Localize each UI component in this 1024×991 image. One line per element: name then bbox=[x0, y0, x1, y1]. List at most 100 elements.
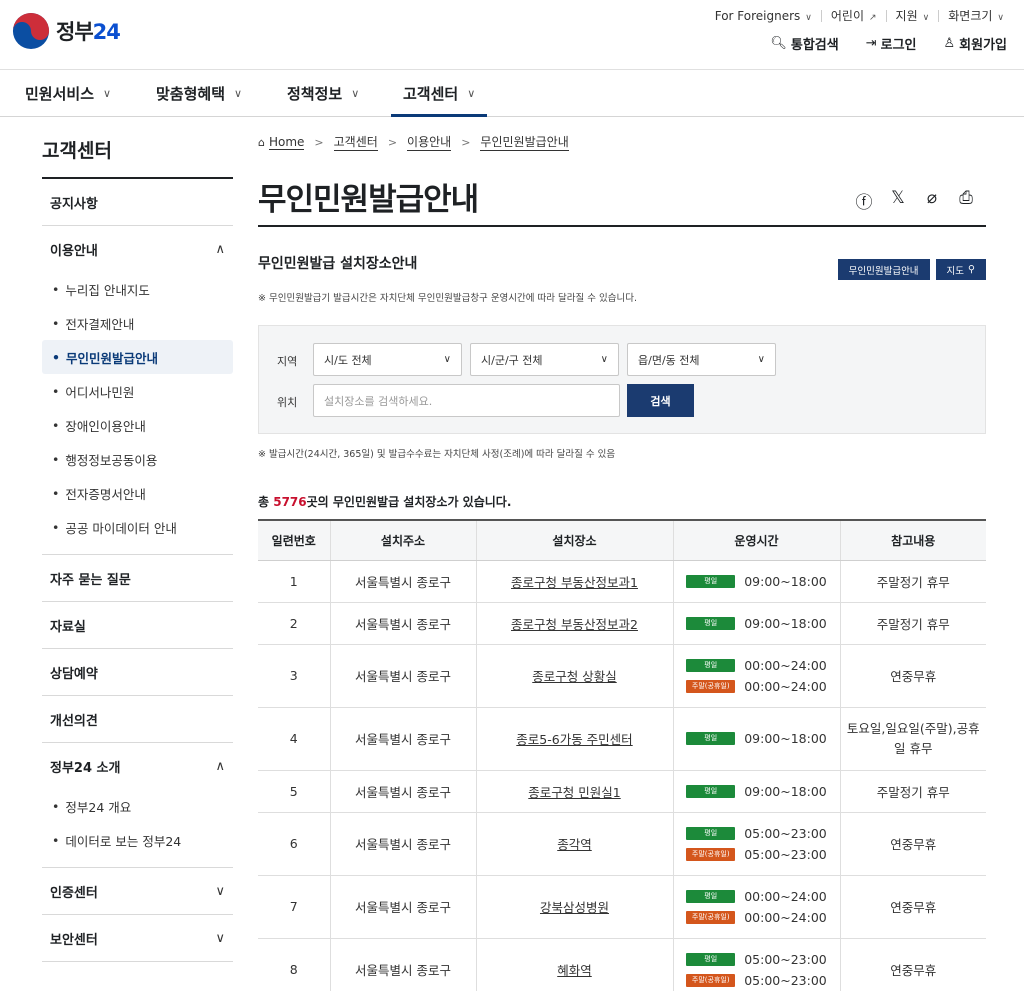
cell-note: 연중무휴 bbox=[839, 644, 986, 708]
cell-place: 종로구청 상황실 bbox=[475, 644, 673, 708]
search-icon: 🔍︎ bbox=[770, 36, 787, 51]
weekday-badge: 평일 bbox=[686, 732, 736, 745]
sidebar-item-notice[interactable]: 공지사항 bbox=[42, 179, 233, 225]
kiosk-guide-button[interactable]: 무인민원발급안내 bbox=[837, 259, 930, 280]
cell-no: 6 bbox=[258, 812, 330, 876]
sidebar-item-faq[interactable]: 자주 묻는 질문 bbox=[42, 555, 233, 601]
breadcrumb: ⌂ Home > 고객센터 > 이용안내 > 무인민원발급안내 bbox=[258, 133, 569, 151]
taegeuk-logo-icon bbox=[12, 12, 50, 50]
signup-button[interactable]: ♙ 회원가입 bbox=[944, 34, 1008, 53]
cell-address: 서울특별시 종로구 bbox=[329, 707, 476, 771]
sidebar-item-auth-center[interactable]: 인증센터 ∨ bbox=[42, 868, 233, 914]
weekday-badge: 평일 bbox=[686, 826, 736, 840]
chevron-down-icon: ∨ bbox=[215, 930, 225, 946]
sidebar-section: 개선의견 bbox=[42, 696, 233, 743]
cell-address: 서울특별시 종로구 bbox=[329, 560, 476, 603]
breadcrumb-item[interactable]: 이용안내 bbox=[407, 133, 452, 151]
hours-value: 09:00~18:00 bbox=[744, 573, 827, 589]
gnb-policy-info[interactable]: 정책정보 ∨ bbox=[287, 70, 359, 116]
gnb-customer-center[interactable]: 고객센터 ∨ bbox=[391, 70, 488, 117]
divider bbox=[885, 9, 887, 22]
weekday-badge: 평일 bbox=[686, 658, 736, 672]
divider bbox=[820, 9, 822, 22]
sidebar-subitem[interactable]: • 전자결제안내 bbox=[42, 306, 233, 340]
sidebar-item-feedback[interactable]: 개선의견 bbox=[42, 696, 233, 742]
sidebar-subitem[interactable]: • 전자증명서안내 bbox=[42, 476, 233, 510]
location-search-input[interactable]: 설치장소를 검색하세요. bbox=[313, 384, 620, 417]
eupmyeondong-select[interactable]: 읍/면/동 전체 ∨ bbox=[627, 343, 776, 376]
page-title: 무인민원발급안내 bbox=[258, 182, 479, 218]
cell-hours: 평일 05:00~23:00 주말(공휴일) 05:00~23:00 bbox=[672, 812, 840, 876]
gnb-civil-service[interactable]: 민원서비스 ∨ bbox=[25, 70, 111, 116]
support-link[interactable]: 지원 ∨ bbox=[896, 7, 930, 24]
search-button[interactable]: 검색 bbox=[627, 384, 694, 417]
header: 정부24 For Foreigners ∨ 어린이 ↗ 지원 ∨ 화면크기 ∨ 🔍︎ 통합… bbox=[0, 0, 1024, 70]
for-foreigners-link[interactable]: For Foreigners ∨ bbox=[715, 9, 812, 23]
cell-place: 혜화역 bbox=[475, 938, 673, 991]
col-header: 운영시간 bbox=[672, 519, 840, 561]
sidebar-item-archive[interactable]: 자료실 bbox=[42, 602, 233, 648]
sidebar-submenu: • 정부24 개요 • 데이터로 보는 정부24 bbox=[42, 789, 233, 867]
chevron-down-icon: ∨ bbox=[600, 354, 608, 365]
cell-hours: 평일 00:00~24:00 주말(공휴일) 00:00~24:00 bbox=[672, 644, 840, 708]
chevron-down-icon: ∨ bbox=[997, 13, 1004, 23]
cell-address: 서울특별시 종로구 bbox=[329, 938, 476, 991]
sidebar-item-usage-guide[interactable]: 이용안내 ∧ bbox=[42, 226, 233, 272]
integrated-search-button[interactable]: 🔍︎ 통합검색 bbox=[770, 34, 838, 53]
chevron-down-icon: ∨ bbox=[757, 354, 765, 365]
sidebar-subitem[interactable]: • 장애인이용안내 bbox=[42, 408, 233, 442]
place-link[interactable]: 종각역 bbox=[557, 837, 592, 852]
hours-value: 00:00~24:00 bbox=[744, 909, 827, 925]
divider bbox=[938, 9, 940, 22]
breadcrumb-current[interactable]: 무인민원발급안내 bbox=[480, 133, 569, 151]
place-link[interactable]: 종로구청 부동산정보과1 bbox=[511, 575, 638, 590]
sidebar-section: 이용안내 ∧ • 누리집 안내지도 • 전자결제안내 • 무인민원발급안내 • 어디서나민… bbox=[42, 226, 233, 555]
sido-select[interactable]: 시/도 전체 ∨ bbox=[313, 343, 462, 376]
place-link[interactable]: 종로구청 상황실 bbox=[532, 669, 616, 684]
sidebar-title: 고객센터 bbox=[42, 140, 112, 162]
sidebar-item-security-center[interactable]: 보안센터 ∨ bbox=[42, 915, 233, 961]
hours-value: 00:00~24:00 bbox=[744, 657, 827, 673]
breadcrumb-home[interactable]: Home bbox=[268, 135, 305, 150]
facebook-icon[interactable]: ⓕ bbox=[854, 188, 874, 213]
cell-place: 강북삼성병원 bbox=[475, 875, 673, 939]
cell-note: 연중무휴 bbox=[839, 875, 986, 939]
notice-text: ※ 무인민원발급기 발급시간은 자치단체 무인민원발급창구 운영시간에 따라 달… bbox=[258, 293, 638, 304]
place-link[interactable]: 강북삼성병원 bbox=[540, 900, 609, 915]
sidebar-subitem[interactable]: • 공공 마이데이터 안내 bbox=[42, 510, 233, 544]
cell-place: 종로구청 민원실1 bbox=[475, 770, 673, 813]
sidebar-subitem[interactable]: • 정부24 개요 bbox=[42, 789, 233, 823]
sidebar-subitem[interactable]: • 누리집 안내지도 bbox=[42, 272, 233, 306]
breadcrumb-item[interactable]: 고객센터 bbox=[333, 133, 378, 151]
cell-hours: 평일 05:00~23:00 주말(공휴일) 05:00~23:00 bbox=[672, 938, 840, 991]
section-buttons: 무인민원발급안내 지도 ⚲ bbox=[832, 259, 986, 280]
sidebar-subitem[interactable]: • 데이터로 보는 정부24 bbox=[42, 823, 233, 857]
kids-link[interactable]: 어린이 ↗ bbox=[831, 7, 877, 24]
weekday-badge: 평일 bbox=[686, 574, 736, 588]
screen-size-link[interactable]: 화면크기 ∨ bbox=[948, 7, 1004, 24]
sidebar-item-consult[interactable]: 상담예약 bbox=[42, 649, 233, 695]
login-button[interactable]: ⇥ 로그인 bbox=[866, 34, 917, 53]
map-button[interactable]: 지도 ⚲ bbox=[935, 259, 986, 280]
table-row: 3 서울특별시 종로구 종로구청 상황실 평일 00:00~24:00 주말(공휴일) 00… bbox=[258, 644, 986, 708]
cell-no: 8 bbox=[258, 938, 330, 991]
sidebar-item-about[interactable]: 정부24 소개 ∧ bbox=[42, 743, 233, 789]
place-link[interactable]: 종로구청 민원실1 bbox=[528, 785, 620, 800]
sidebar-subitem-active[interactable]: • 무인민원발급안내 bbox=[42, 340, 233, 374]
print-icon[interactable]: ⎙ bbox=[956, 188, 976, 213]
place-link[interactable]: 혜화역 bbox=[557, 963, 592, 978]
x-twitter-icon[interactable]: 𝕏 bbox=[888, 188, 908, 213]
sidebar-subitem[interactable]: • 어디서나민원 bbox=[42, 374, 233, 408]
sidebar-subitem[interactable]: • 행정정보공동이용 bbox=[42, 442, 233, 476]
cell-note: 주말정기 휴무 bbox=[839, 602, 986, 645]
place-link[interactable]: 종로5-6가동 주민센터 bbox=[516, 732, 632, 747]
holiday-badge: 주말(공휴일) bbox=[686, 910, 736, 924]
chevron-right-icon: > bbox=[314, 135, 324, 149]
sigungu-select[interactable]: 시/군/구 전체 ∨ bbox=[470, 343, 619, 376]
link-clip-icon[interactable]: ⌀ bbox=[922, 188, 942, 213]
chevron-down-icon: ∨ bbox=[922, 13, 930, 23]
table-row: 8 서울특별시 종로구 혜화역 평일 05:00~23:00 주말(공휴일) 05:00~2… bbox=[258, 938, 986, 991]
gnb-custom-benefits[interactable]: 맞춤형혜택 ∨ bbox=[156, 70, 242, 116]
place-link[interactable]: 종로구청 부동산정보과2 bbox=[511, 617, 638, 632]
site-logo[interactable]: 정부24 bbox=[12, 12, 121, 50]
